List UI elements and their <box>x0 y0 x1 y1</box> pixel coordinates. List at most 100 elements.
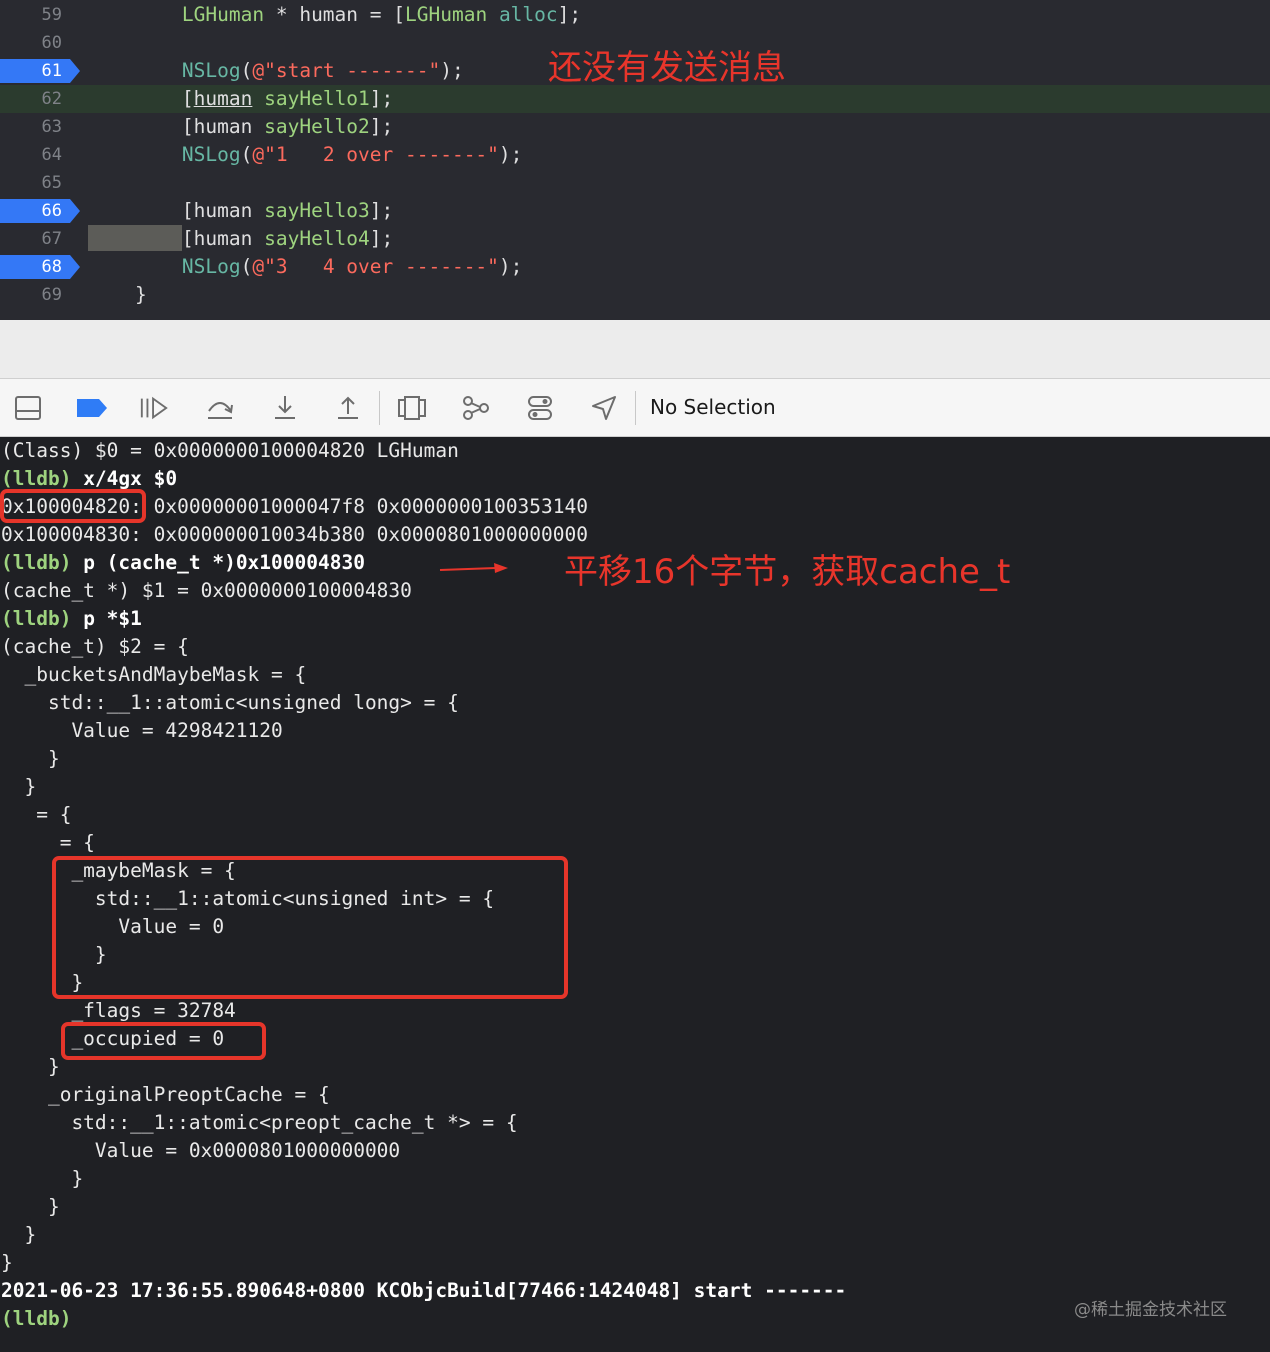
code-token: human <box>193 87 253 110</box>
environment-overrides-icon[interactable] <box>525 393 555 423</box>
console-output-text: } <box>1 1223 37 1246</box>
console-output-text: Value = 0x0000801000000000 <box>1 1139 401 1162</box>
line-number-text: 65 <box>41 173 62 193</box>
line-number[interactable]: 64 <box>0 141 72 169</box>
console-line: std::__1::atomic<preopt_cache_t *> = { <box>1 1109 517 1137</box>
code-token: } <box>88 283 147 306</box>
code-token: sayHello3 <box>264 199 370 222</box>
console-line: } <box>1 745 60 773</box>
line-number[interactable]: 67 <box>0 225 72 253</box>
console-line: _originalPreoptCache = { <box>1 1081 330 1109</box>
lldb-command: p (cache_t *)0x100004830 <box>71 551 365 574</box>
code-token: sayHello2 <box>264 115 370 138</box>
step-into-icon[interactable] <box>270 393 300 423</box>
console-line: Value = 4298421120 <box>1 717 282 745</box>
debug-console[interactable]: (Class) $0 = 0x0000000100004820 LGHuman (… <box>0 437 1270 1352</box>
console-output-text: (Class) $0 = 0x0000000100004820 LGHuman <box>1 439 459 462</box>
view-hierarchy-icon[interactable] <box>397 393 427 423</box>
console-output-text: 2021-06-23 17:36:55.890648+0800 KCObjcBu… <box>1 1279 847 1302</box>
code-line[interactable]: 68 NSLog(@"3 4 over -------"); <box>0 253 1270 281</box>
code-text[interactable]: LGHuman * human = [LGHuman alloc]; <box>88 1 581 29</box>
code-line[interactable]: 66 [human sayHello3]; <box>0 197 1270 225</box>
console-output-text: } <box>1 1195 60 1218</box>
console-output-text: _bucketsAndMaybeMask = { <box>1 663 307 686</box>
console-line: } <box>1 1165 83 1193</box>
line-number[interactable]: 69 <box>0 281 72 309</box>
code-token: @"start -------" <box>252 59 441 82</box>
memory-graph-icon[interactable] <box>461 393 491 423</box>
toolbar-separator <box>379 391 380 425</box>
breakpoint-marker[interactable] <box>0 59 80 83</box>
console-output-text: } <box>1 1167 84 1190</box>
console-line: _bucketsAndMaybeMask = { <box>1 661 306 689</box>
code-text[interactable]: [human sayHello1]; <box>88 85 393 113</box>
console-output-text: } <box>1 1055 60 1078</box>
console-toggle-icon[interactable] <box>13 393 43 423</box>
code-line[interactable]: 67 [human sayHello4]; <box>0 225 1270 253</box>
code-text[interactable]: } <box>88 281 147 309</box>
console-line: = { <box>1 801 71 829</box>
console-line: std::__1::atomic<unsigned long> = { <box>1 689 459 717</box>
highlight-maybemask <box>52 856 568 999</box>
console-output-text: } <box>1 1251 13 1274</box>
selection-label: No Selection <box>650 395 776 419</box>
code-token: sayHello1 <box>264 87 370 110</box>
console-line: Value = 0x0000801000000000 <box>1 1137 400 1165</box>
code-token: NSLog <box>181 255 241 278</box>
console-line: (cache_t *) $1 = 0x0000000100004830 <box>1 577 412 605</box>
code-token: LGHuman <box>405 3 488 26</box>
location-icon[interactable] <box>589 393 619 423</box>
console-line: (cache_t) $2 = { <box>1 633 189 661</box>
line-number-text: 67 <box>41 229 62 249</box>
console-output-text: } <box>1 747 60 770</box>
line-number[interactable]: 62 <box>0 85 72 113</box>
code-text[interactable]: NSLog(@"3 4 over -------"); <box>88 253 522 281</box>
code-token: ( <box>240 59 253 82</box>
step-over-icon[interactable] <box>205 393 235 423</box>
line-number[interactable]: 65 <box>0 169 72 197</box>
source-editor[interactable]: 59 LGHuman * human = [LGHuman alloc]; 60 6… <box>0 0 1270 320</box>
code-line[interactable]: 69 } <box>0 281 1270 309</box>
console-line: } <box>1 1053 60 1081</box>
pane-splitter[interactable] <box>0 320 1270 379</box>
code-token: ]; <box>369 87 394 110</box>
line-number[interactable]: 68 <box>0 253 80 281</box>
code-token: ]; <box>369 199 394 222</box>
line-number[interactable]: 66 <box>0 197 80 225</box>
line-number[interactable]: 63 <box>0 113 72 141</box>
breakpoint-marker[interactable] <box>0 199 80 223</box>
code-token: LGHuman <box>181 3 265 26</box>
code-token: ( <box>240 143 253 166</box>
code-line[interactable]: 59 LGHuman * human = [LGHuman alloc]; <box>0 1 1270 29</box>
breakpoint-toggle-icon[interactable] <box>75 393 109 423</box>
console-line: } <box>1 773 36 801</box>
console-line: (lldb) p *$1 <box>1 605 142 633</box>
line-number-text: 59 <box>41 5 62 25</box>
code-token: ); <box>440 59 464 82</box>
breakpoint-marker[interactable] <box>0 255 80 279</box>
lldb-prompt: (lldb) <box>1 1307 72 1330</box>
code-text[interactable]: NSLog(@"start -------"); <box>88 57 464 85</box>
code-text[interactable]: [human sayHello4]; <box>88 225 393 253</box>
console-output-text: _flags = 32784 <box>1 999 236 1022</box>
line-number-text: 60 <box>41 33 62 53</box>
console-output-text: std::__1::atomic<unsigned long> = { <box>1 691 459 714</box>
line-number[interactable]: 59 <box>0 1 72 29</box>
continue-icon[interactable] <box>139 393 169 423</box>
code-line[interactable]: 63 [human sayHello2]; <box>0 113 1270 141</box>
line-number[interactable]: 60 <box>0 29 72 57</box>
code-line[interactable]: 65 <box>0 169 1270 197</box>
code-text[interactable]: [human sayHello3]; <box>88 197 393 225</box>
code-text[interactable]: NSLog(@"1 2 over -------"); <box>88 141 522 169</box>
highlight-occupied <box>61 1022 266 1060</box>
line-number[interactable]: 61 <box>0 57 80 85</box>
annotation-shift-16: 平移16个字节，获取cache_t <box>564 552 1011 592</box>
code-line[interactable]: 64 NSLog(@"1 2 over -------"); <box>0 141 1270 169</box>
code-text[interactable]: [human sayHello2]; <box>88 113 393 141</box>
step-out-icon[interactable] <box>333 393 363 423</box>
line-number-text: 62 <box>41 89 62 109</box>
